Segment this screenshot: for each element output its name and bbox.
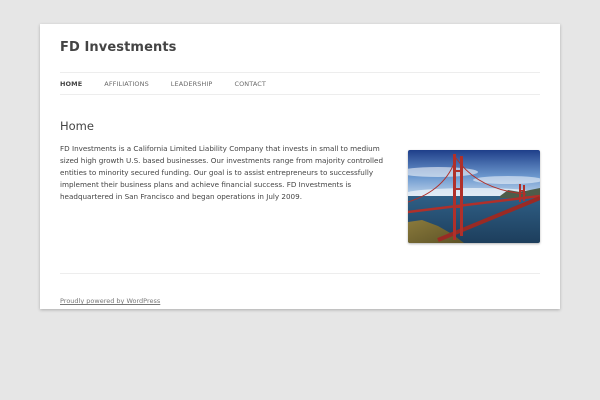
nav-item-leadership[interactable]: Leadership <box>171 80 213 88</box>
page-title: Home <box>60 119 94 133</box>
nav-item-home[interactable]: Home <box>60 80 82 88</box>
nav-item-affiliations[interactable]: Affiliations <box>104 80 149 88</box>
golden-gate-bridge-image <box>408 150 540 243</box>
page-container: FD Investments Home Affiliations Leaders… <box>40 24 560 309</box>
powered-by-link[interactable]: Proudly powered by WordPress <box>60 297 160 305</box>
body-text: FD Investments is a California Limited L… <box>60 144 384 201</box>
main-navigation: Home Affiliations Leadership Contact <box>60 72 540 95</box>
nav-item-contact[interactable]: Contact <box>234 80 266 88</box>
site-title[interactable]: FD Investments <box>60 40 177 55</box>
site-footer: Proudly powered by WordPress <box>60 273 540 307</box>
